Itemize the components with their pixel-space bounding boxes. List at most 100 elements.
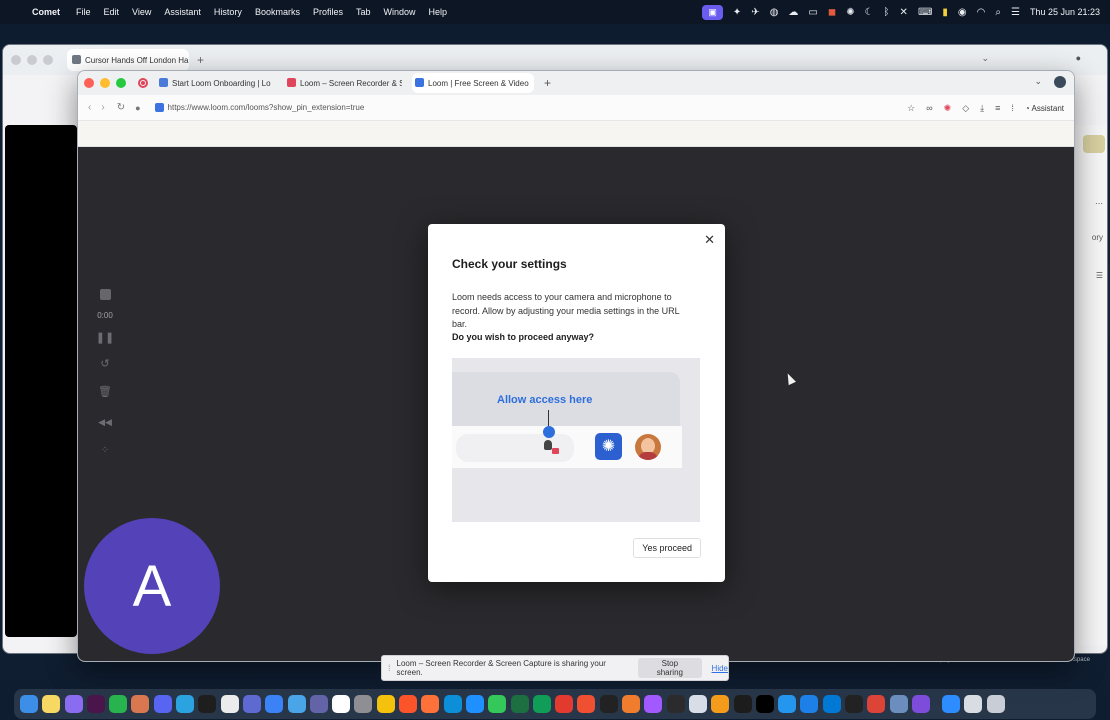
menu-icon[interactable]: ≡ bbox=[995, 103, 1000, 113]
menu-app-name[interactable]: Comet bbox=[32, 7, 60, 17]
globe-icon[interactable]: ◍ bbox=[770, 7, 779, 18]
link-icon[interactable]: ∞ bbox=[926, 103, 932, 113]
menu-assistant[interactable]: Assistant bbox=[164, 7, 201, 17]
messages-icon[interactable] bbox=[488, 695, 507, 713]
teams-icon[interactable] bbox=[309, 695, 328, 713]
url-field[interactable]: https://www.loom.com/looms?show_pin_exte… bbox=[168, 103, 365, 112]
moon-icon[interactable]: ☾ bbox=[865, 7, 874, 18]
close-window-button[interactable] bbox=[84, 78, 94, 88]
tab-loom-onboarding[interactable]: Start Loom Onboarding | Lo bbox=[156, 73, 274, 93]
menu-clock[interactable]: Thu 25 Jun 21:23 bbox=[1030, 7, 1100, 17]
terminal-icon[interactable] bbox=[733, 695, 752, 713]
trash-icon[interactable] bbox=[986, 695, 1005, 713]
tab-loom-active[interactable]: Loom | Free Screen & Video bbox=[412, 73, 534, 93]
github-icon[interactable] bbox=[599, 695, 618, 713]
xcode-icon[interactable] bbox=[800, 695, 819, 713]
downloads-icon[interactable] bbox=[964, 695, 983, 713]
bg-more-icon[interactable]: ⋯ bbox=[1095, 199, 1103, 208]
sheets-icon[interactable] bbox=[532, 695, 551, 713]
audio-bars-icon[interactable]: ⁞ bbox=[1011, 103, 1014, 113]
star-bookmark-icon[interactable]: ☆ bbox=[907, 103, 915, 114]
camera-avatar-bubble[interactable]: A bbox=[84, 518, 220, 654]
zed-icon[interactable] bbox=[666, 695, 685, 713]
profile-avatar-icon[interactable] bbox=[1054, 76, 1066, 88]
chatgpt-icon[interactable] bbox=[220, 695, 239, 713]
search-icon[interactable]: ⌕ bbox=[995, 7, 1001, 18]
bg-close-dot[interactable] bbox=[11, 55, 21, 65]
vscode-icon[interactable] bbox=[822, 695, 841, 713]
finder2-icon[interactable] bbox=[287, 695, 306, 713]
discord-icon[interactable] bbox=[153, 695, 172, 713]
claude-icon[interactable] bbox=[131, 695, 150, 713]
close-icon[interactable]: ✕ bbox=[704, 232, 715, 248]
zoom-window-button[interactable] bbox=[116, 78, 126, 88]
cursor-icon[interactable] bbox=[198, 695, 217, 713]
stop-sharing-button[interactable]: Stop sharing bbox=[638, 658, 702, 678]
excel-icon[interactable] bbox=[510, 695, 529, 713]
todo-icon[interactable] bbox=[265, 695, 284, 713]
loom-extension-icon[interactable]: ✺ bbox=[944, 103, 952, 114]
notes-icon[interactable] bbox=[42, 695, 61, 713]
linear-icon[interactable] bbox=[242, 695, 261, 713]
edge-icon[interactable] bbox=[443, 695, 462, 713]
gear-icon[interactable]: ✺ bbox=[846, 7, 854, 18]
pin-icon[interactable]: ✈ bbox=[751, 7, 759, 18]
tab-list-chevron-icon[interactable]: ⌄ bbox=[1034, 76, 1042, 87]
forward-arrow-icon[interactable]: › bbox=[101, 102, 104, 113]
finder-icon[interactable] bbox=[20, 695, 38, 713]
safari-icon[interactable] bbox=[465, 695, 484, 713]
firefox-icon[interactable] bbox=[421, 695, 440, 713]
docker-icon[interactable] bbox=[778, 695, 797, 713]
recording-badge-icon[interactable]: ▣ bbox=[702, 4, 723, 20]
menu-help[interactable]: Help bbox=[429, 7, 448, 17]
battery-icon[interactable]: ▮ bbox=[942, 7, 948, 18]
drag-handle-icon[interactable]: ⁞ bbox=[388, 663, 391, 673]
background-tab[interactable]: Cursor Hands Off London Ha bbox=[67, 49, 189, 71]
bg-list-icon[interactable]: ☰ bbox=[1096, 271, 1103, 280]
tools-icon[interactable]: ✦ bbox=[733, 7, 741, 18]
menu-bookmarks[interactable]: Bookmarks bbox=[255, 7, 300, 17]
bg-zoom-dot[interactable] bbox=[43, 55, 53, 65]
preview-icon[interactable] bbox=[688, 695, 707, 713]
restart-icon[interactable]: ↺ bbox=[92, 357, 118, 370]
figma-icon[interactable] bbox=[644, 695, 663, 713]
brave-icon[interactable] bbox=[399, 695, 418, 713]
unity-icon[interactable] bbox=[844, 695, 863, 713]
assistant-button[interactable]: ◔ Assistant bbox=[1025, 104, 1064, 113]
books-icon[interactable] bbox=[622, 695, 641, 713]
yes-proceed-button[interactable]: Yes proceed bbox=[633, 538, 701, 558]
airplay-icon[interactable]: ◉ bbox=[958, 7, 967, 18]
bg-minimize-dot[interactable] bbox=[27, 55, 37, 65]
hide-banner-link[interactable]: Hide bbox=[712, 664, 728, 673]
keyboard-icon[interactable]: ⌨ bbox=[918, 7, 932, 18]
brand-icon[interactable]: ◼ bbox=[828, 7, 836, 18]
iterm-icon[interactable] bbox=[755, 695, 774, 713]
arc-icon[interactable] bbox=[64, 695, 83, 713]
menu-window[interactable]: Window bbox=[383, 7, 415, 17]
bg-new-tab-icon[interactable]: + bbox=[197, 53, 204, 67]
wifi-icon[interactable]: ◠ bbox=[977, 7, 986, 18]
rewind-icon[interactable]: ◀◀ bbox=[92, 417, 118, 428]
menu-view[interactable]: View bbox=[132, 7, 151, 17]
bg-profile-icon[interactable]: ● bbox=[1076, 53, 1081, 63]
box-icon[interactable]: ▭ bbox=[808, 7, 817, 18]
bg-chevron-down-icon[interactable]: ⌄ bbox=[981, 53, 989, 64]
trash-icon[interactable]: 🗑 bbox=[92, 385, 118, 398]
telegram-icon[interactable] bbox=[176, 695, 195, 713]
menu-profiles[interactable]: Profiles bbox=[313, 7, 343, 17]
menu-history[interactable]: History bbox=[214, 7, 242, 17]
minimize-window-button[interactable] bbox=[100, 78, 110, 88]
slack-icon[interactable] bbox=[86, 695, 105, 713]
menu-tab[interactable]: Tab bbox=[356, 7, 371, 17]
mute-icon[interactable]: ✕ bbox=[900, 7, 908, 18]
microphone-icon[interactable]: ● bbox=[135, 103, 140, 113]
screenshot-icon[interactable] bbox=[889, 695, 908, 713]
wireframe-icon[interactable] bbox=[911, 695, 930, 713]
cloud-icon[interactable]: ☁ bbox=[788, 7, 798, 18]
git-icon[interactable] bbox=[577, 695, 596, 713]
grid-dots-icon[interactable]: ⁘ bbox=[92, 445, 118, 456]
pdf-icon[interactable] bbox=[555, 695, 574, 713]
settings-icon[interactable] bbox=[354, 695, 373, 713]
menu-edit[interactable]: Edit bbox=[104, 7, 120, 17]
sublime-icon[interactable] bbox=[711, 695, 730, 713]
